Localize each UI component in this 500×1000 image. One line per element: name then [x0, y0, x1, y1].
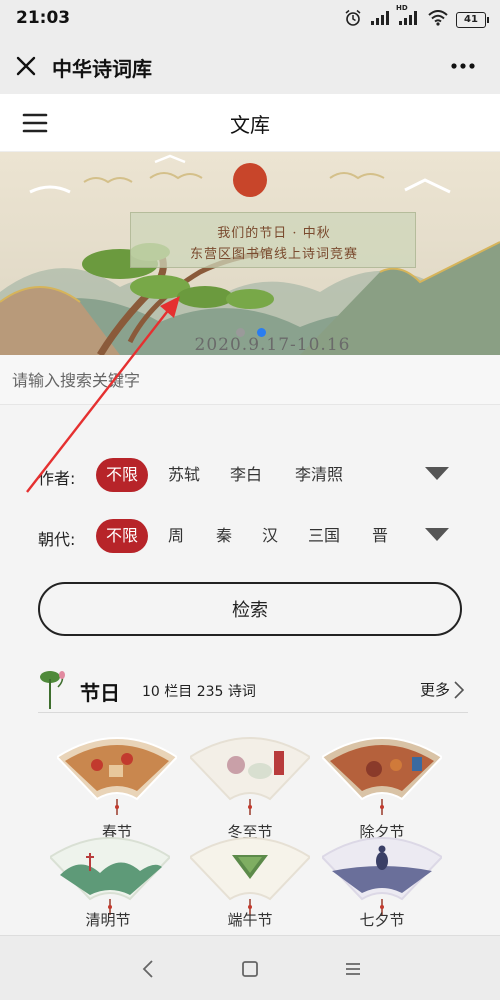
back-button[interactable] — [136, 956, 162, 982]
annotation-arrow — [26, 296, 180, 493]
recent-apps-button[interactable] — [340, 956, 366, 982]
home-square-icon — [242, 961, 258, 977]
system-navigation-bar — [0, 935, 500, 1000]
home-button[interactable] — [237, 956, 263, 982]
back-chevron-icon — [142, 960, 153, 978]
recent-apps-icon — [346, 963, 360, 975]
